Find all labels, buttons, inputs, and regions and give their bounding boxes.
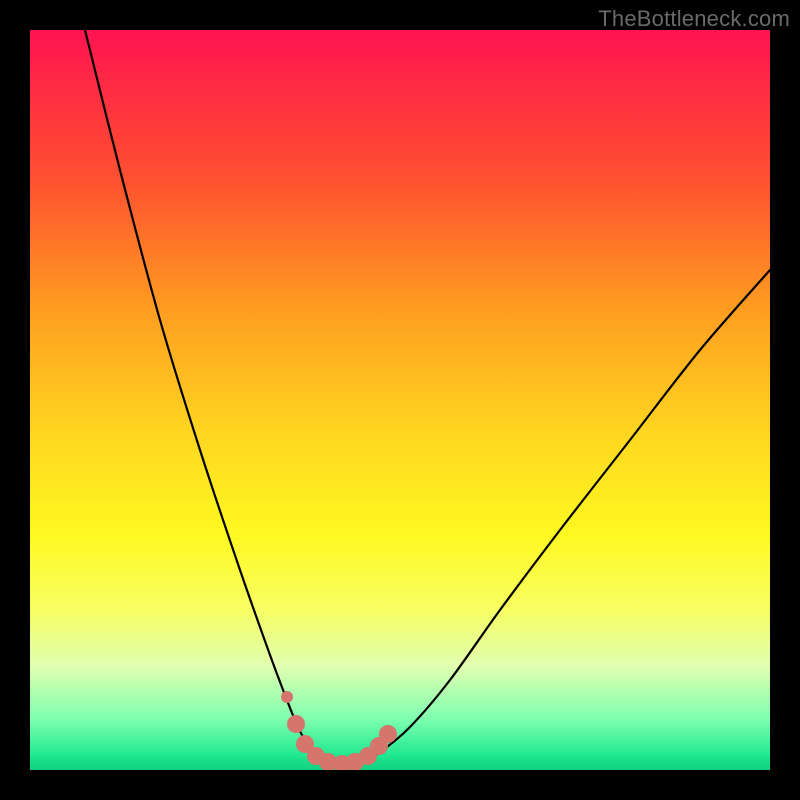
highlight-dot <box>281 691 293 703</box>
watermark-text: TheBottleneck.com <box>598 6 790 32</box>
bottleneck-curve <box>30 30 770 770</box>
highlight-dot <box>379 725 397 743</box>
chart-plot-area <box>30 30 770 770</box>
highlight-dot <box>287 715 305 733</box>
